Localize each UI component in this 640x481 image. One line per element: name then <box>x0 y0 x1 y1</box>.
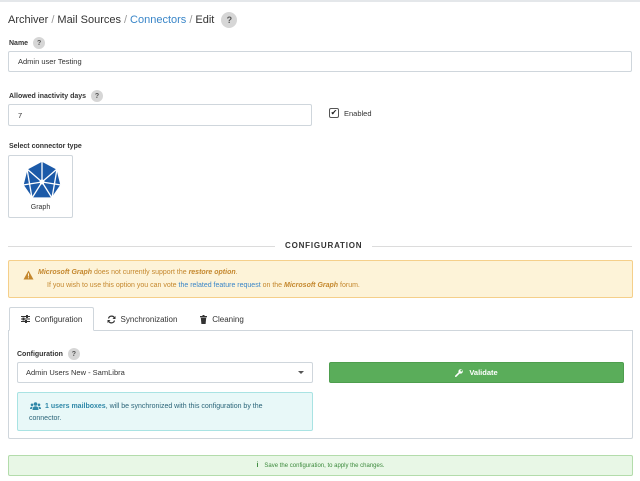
breadcrumb-mail-sources[interactable]: Mail Sources <box>57 14 121 26</box>
warning-line-1: Microsoft Graph does not currently suppo… <box>38 269 238 276</box>
tab-synchronization[interactable]: Synchronization <box>98 307 186 331</box>
name-input-value: Admin user Testing <box>18 57 82 66</box>
name-label: Name ? <box>9 37 46 49</box>
sync-info-line-1: , will be synchronized with this configu… <box>105 403 263 410</box>
warning-alert: Microsoft Graph does not currently suppo… <box>8 260 633 298</box>
wrench-icon <box>455 368 464 377</box>
help-icon[interactable]: ? <box>33 37 46 49</box>
help-icon[interactable]: ? <box>221 12 238 28</box>
warning-text: does not currently support the <box>92 269 189 276</box>
configuration-select-value: Admin Users New - SamLibra <box>26 368 125 377</box>
configuration-select[interactable]: Admin Users New - SamLibra <box>17 362 313 383</box>
microsoft-graph-icon <box>22 160 62 199</box>
inactivity-days-value: 7 <box>18 110 23 120</box>
help-icon[interactable]: ? <box>67 348 80 360</box>
mailbox-count: 1 users mailboxes <box>45 403 106 410</box>
sync-info-line-2: connector. <box>29 415 62 422</box>
breadcrumb-archiver[interactable]: Archiver <box>8 14 48 26</box>
breadcrumb: Archiver / Mail Sources / Connectors / E… <box>8 12 238 28</box>
sync-icon <box>107 315 116 324</box>
tab-configuration-label: Configuration <box>34 314 83 324</box>
connector-type-label-text: Select connector type <box>9 143 82 150</box>
breadcrumb-separator: / <box>189 14 193 26</box>
tab-synchronization-label: Synchronization <box>120 314 178 324</box>
save-hint-text: Save the configuration, to apply the cha… <box>264 462 385 469</box>
name-label-text: Name <box>9 39 29 47</box>
warning-option: restore option <box>188 269 236 276</box>
feature-request-link[interactable]: the related feature request <box>179 282 261 289</box>
top-border <box>0 0 640 2</box>
connector-graph-label: Graph <box>30 204 51 211</box>
chevron-down-icon <box>298 371 304 374</box>
validate-button[interactable]: Validate <box>329 362 624 383</box>
breadcrumb-connectors[interactable]: Connectors <box>130 14 186 26</box>
sliders-icon <box>20 315 30 323</box>
inactivity-label: Allowed inactivity days ? <box>9 90 104 102</box>
tab-cleaning-label: Cleaning <box>212 314 244 324</box>
sync-info-text: 1 users mailboxes, will be synchronized … <box>29 401 307 425</box>
breadcrumb-edit: Edit <box>195 14 215 26</box>
tab-cleaning[interactable]: Cleaning <box>190 307 254 331</box>
sync-info-alert: 1 users mailboxes, will be synchronized … <box>17 392 313 431</box>
validate-button-label: Validate <box>469 368 498 377</box>
save-hint-alert: i Save the configuration, to apply the c… <box>8 455 633 476</box>
name-input[interactable]: Admin user Testing <box>8 51 632 72</box>
breadcrumb-separator: / <box>123 14 128 26</box>
users-icon <box>30 402 41 410</box>
inactivity-days-input[interactable]: 7 <box>8 104 312 126</box>
enabled-checkbox-group[interactable]: ✔ Enabled <box>329 108 372 118</box>
warning-text: on the <box>260 282 285 289</box>
help-icon[interactable]: ? <box>91 90 104 102</box>
section-title: CONFIGURATION <box>275 241 373 250</box>
enabled-label: Enabled <box>344 108 372 118</box>
enabled-checkbox[interactable]: ✔ <box>329 108 339 118</box>
warning-product: Microsoft Graph <box>284 282 339 289</box>
warning-text: If you wish to use this option you can v… <box>47 282 179 289</box>
info-icon: i <box>256 462 259 469</box>
warning-product: Microsoft Graph <box>38 269 93 276</box>
warning-triangle-icon <box>23 270 34 280</box>
trash-icon <box>200 314 208 324</box>
configuration-select-label-text: Configuration <box>17 350 63 358</box>
warning-text: forum. <box>338 282 360 289</box>
connector-graph-card[interactable]: Graph <box>8 155 73 218</box>
configuration-select-label: Configuration ? <box>17 348 80 360</box>
warning-line-2: If you wish to use this option you can v… <box>47 282 360 289</box>
breadcrumb-separator: / <box>51 14 55 26</box>
connector-type-label: Select connector type <box>9 143 82 150</box>
inactivity-label-text: Allowed inactivity days <box>9 92 87 100</box>
tab-configuration[interactable]: Configuration <box>9 307 94 331</box>
warning-text-end: . <box>235 269 238 276</box>
